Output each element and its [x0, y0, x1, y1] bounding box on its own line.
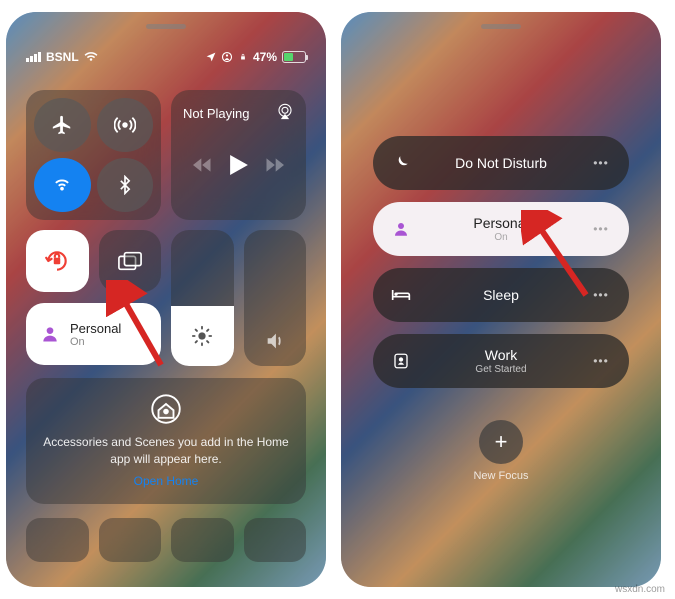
focus-personal-sub: On — [425, 232, 577, 243]
wifi-toggle[interactable] — [34, 158, 91, 212]
cellular-toggle[interactable] — [97, 98, 154, 152]
screen-mirror-icon — [118, 251, 142, 271]
more-icon[interactable]: ••• — [589, 156, 613, 170]
brightness-slider[interactable] — [171, 230, 234, 366]
orientation-lock-icon — [44, 248, 70, 274]
focus-work-sub: Get Started — [425, 364, 577, 375]
focus-status-icon — [221, 51, 233, 63]
focus-work-label: Work — [485, 347, 517, 363]
brightness-icon — [191, 325, 213, 347]
extra-tile-1[interactable] — [26, 518, 89, 562]
watermark: wsxdn.com — [615, 584, 665, 595]
focus-tile-status: On — [70, 336, 121, 348]
play-icon[interactable] — [230, 155, 248, 175]
battery-percentage: 47% — [253, 50, 277, 64]
orientation-lock-toggle[interactable] — [26, 230, 89, 292]
media-tile[interactable]: Not Playing — [171, 90, 306, 220]
location-icon — [206, 52, 216, 62]
rewind-icon[interactable] — [193, 157, 213, 173]
carrier-label: BSNL — [46, 50, 79, 64]
focus-item-personal[interactable]: Personal On ••• — [373, 202, 629, 256]
wifi-toggle-icon — [51, 174, 73, 196]
extra-tile-4[interactable] — [244, 518, 307, 562]
bluetooth-toggle[interactable] — [97, 158, 154, 212]
more-icon[interactable]: ••• — [589, 288, 613, 302]
volume-slider[interactable] — [244, 230, 307, 366]
home-tile[interactable]: Accessories and Scenes you add in the Ho… — [26, 378, 306, 504]
more-icon[interactable]: ••• — [589, 222, 613, 236]
home-icon — [151, 394, 181, 424]
connectivity-tile[interactable] — [26, 90, 161, 220]
airplane-icon — [51, 114, 73, 136]
person-icon — [40, 324, 60, 344]
forward-icon[interactable] — [264, 157, 284, 173]
add-focus-button[interactable]: + — [479, 420, 523, 464]
drag-handle[interactable] — [481, 24, 521, 29]
status-bar: BSNL 47% — [6, 50, 326, 64]
screen-mirroring-toggle[interactable] — [99, 230, 162, 292]
portrait-lock-icon — [238, 52, 248, 62]
bluetooth-icon — [115, 175, 135, 195]
open-home-link[interactable]: Open Home — [42, 474, 290, 488]
phone-control-center: BSNL 47% — [6, 12, 326, 587]
focus-personal-label: Personal — [473, 215, 528, 231]
focus-tile-title: Personal — [70, 321, 121, 336]
phone-focus-list: Do Not Disturb ••• Personal On ••• Sleep… — [341, 12, 661, 587]
focus-item-dnd[interactable]: Do Not Disturb ••• — [373, 136, 629, 190]
antenna-icon — [114, 114, 136, 136]
home-hint: Accessories and Scenes you add in the Ho… — [42, 434, 290, 468]
bed-icon — [391, 288, 411, 302]
extra-tile-3[interactable] — [171, 518, 234, 562]
focus-item-sleep[interactable]: Sleep ••• — [373, 268, 629, 322]
airplane-toggle[interactable] — [34, 98, 91, 152]
focus-sleep-label: Sleep — [425, 287, 577, 303]
signal-icon — [26, 52, 41, 62]
wifi-icon — [84, 52, 98, 62]
more-icon[interactable]: ••• — [589, 354, 613, 368]
drag-handle[interactable] — [146, 24, 186, 29]
new-focus-label: New Focus — [473, 470, 528, 482]
focus-dnd-label: Do Not Disturb — [425, 155, 577, 171]
volume-icon — [264, 330, 286, 352]
focus-item-work[interactable]: Work Get Started ••• — [373, 334, 629, 388]
extra-tile-2[interactable] — [99, 518, 162, 562]
airplay-icon[interactable] — [276, 102, 294, 120]
moon-icon — [392, 154, 410, 172]
focus-tile-personal[interactable]: Personal On — [26, 303, 161, 365]
battery-icon — [282, 51, 306, 63]
badge-icon — [392, 352, 410, 370]
person-icon — [392, 220, 410, 238]
